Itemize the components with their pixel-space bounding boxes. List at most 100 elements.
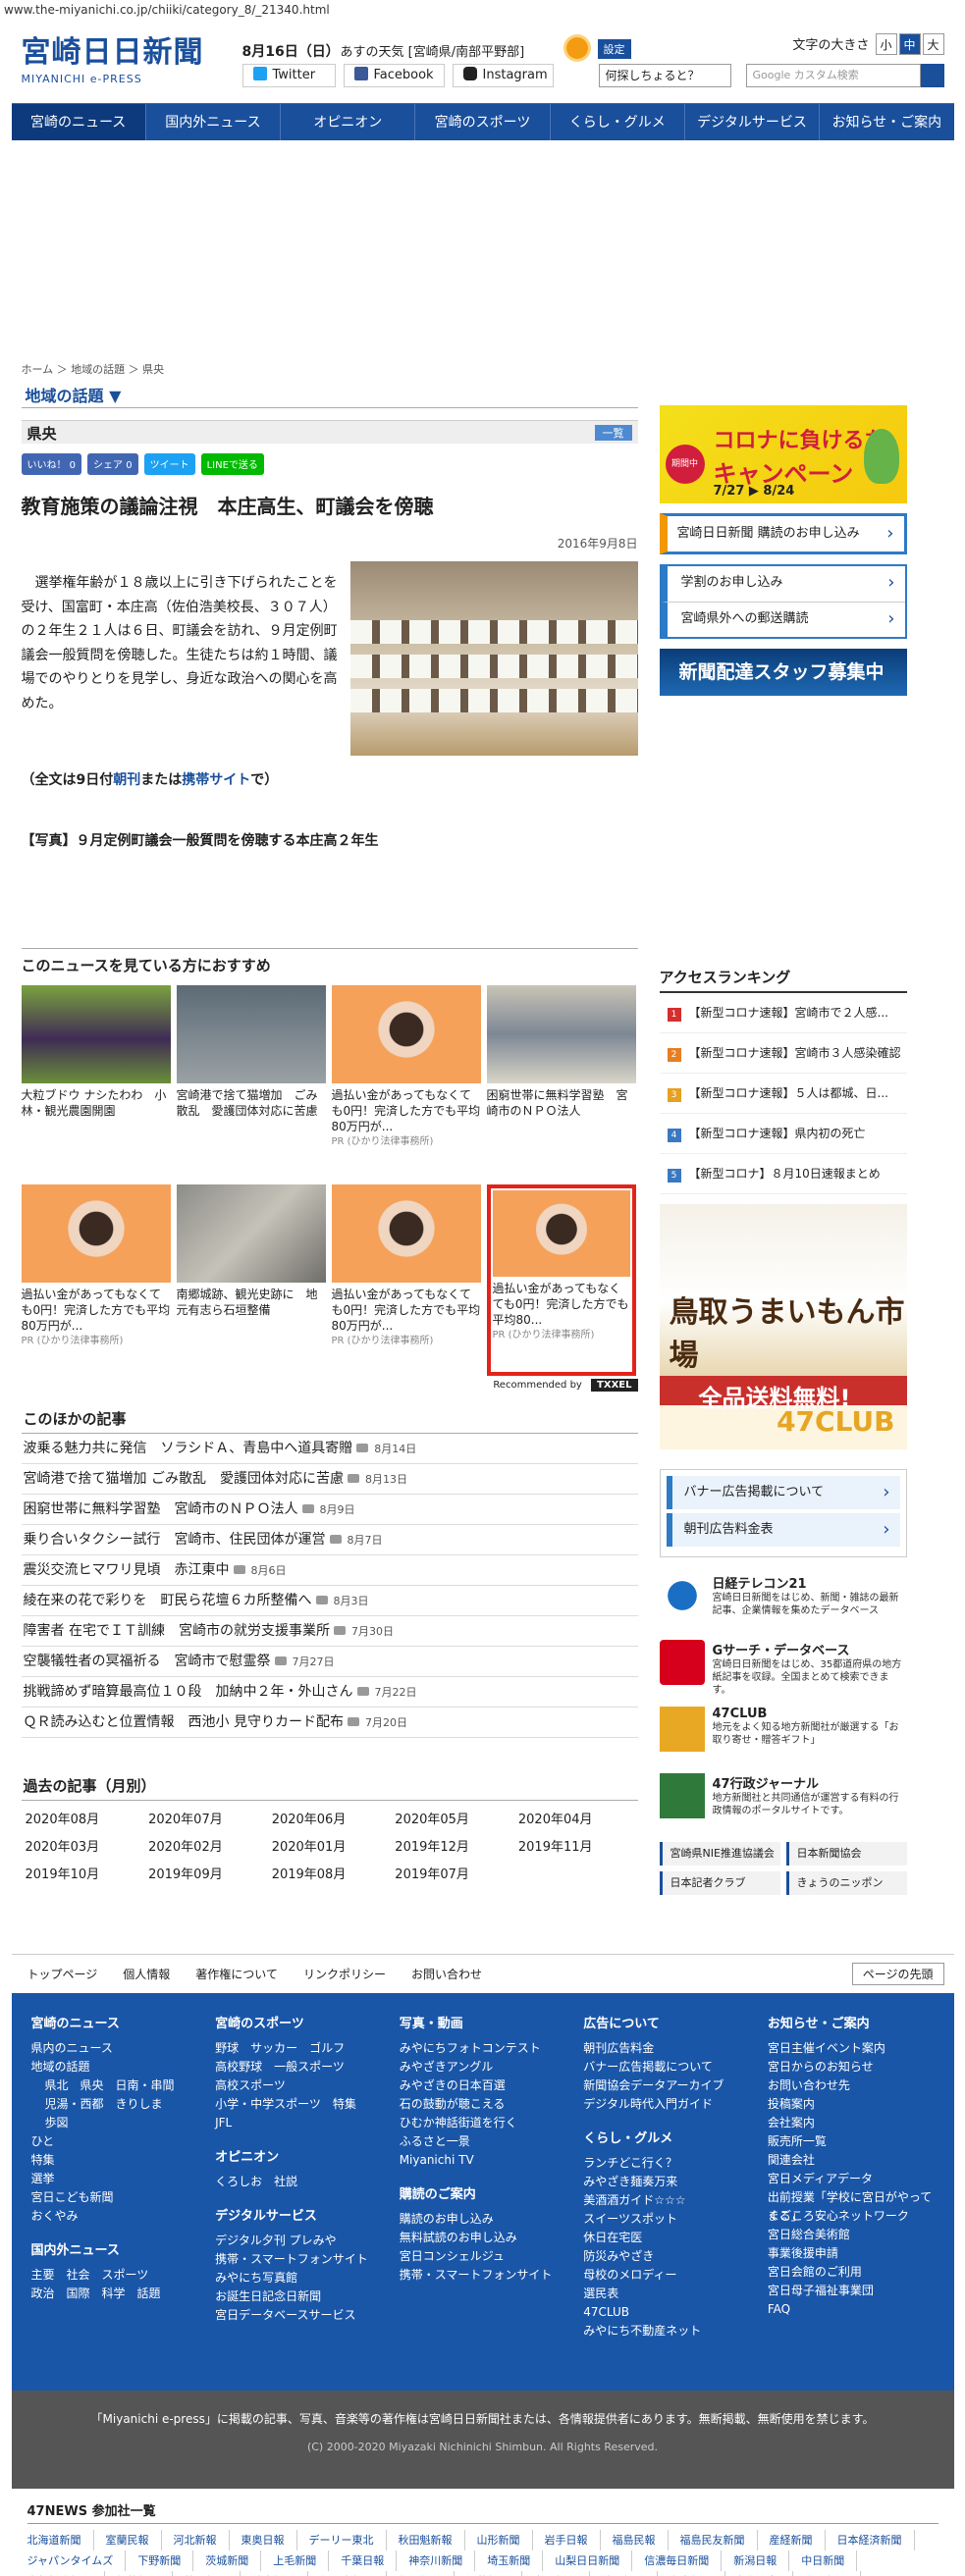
sitemap-link[interactable]: 主要 社会 スポーツ: [31, 2266, 198, 2285]
footer-link[interactable]: 個人情報: [123, 1966, 170, 1982]
list-button[interactable]: 一覧: [594, 425, 632, 441]
recommend-card[interactable]: 宮崎港で捨て猫増加 ごみ散乱 愛護団体対応に苦慮: [176, 985, 326, 1177]
sitemap-link[interactable]: Miyanichi TV: [400, 2151, 566, 2170]
sitemap-link[interactable]: 地域の話題: [31, 2058, 198, 2077]
sitemap-link[interactable]: 宮日母子福祉事業団: [768, 2282, 935, 2300]
paper-link[interactable]: 福井新聞: [466, 2571, 522, 2576]
sitemap-link[interactable]: みやにち不動産ネット: [583, 2322, 750, 2340]
ad-fee-link[interactable]: 朝刊広告料金表: [666, 1513, 900, 1547]
sitemap-link[interactable]: 休日在宅医: [583, 2229, 750, 2247]
month-link[interactable]: 2020年04月: [514, 1807, 638, 1834]
sitemap-link[interactable]: 宮日コンシェルジュ: [400, 2247, 566, 2266]
recommend-card-pr[interactable]: 過払い金があってもなくても0円！完済した方でも平均80万円が... PR (ひかり…: [21, 1184, 171, 1376]
paper-link[interactable]: 茨城新聞: [205, 2550, 262, 2571]
list-item[interactable]: 空襲犠牲者の冥福祈る 宮崎市で慰霊祭 7月27日: [21, 1647, 638, 1677]
sitemap-link[interactable]: みやざき麺奏万来: [583, 2173, 750, 2191]
sitemap-link[interactable]: 事業後援申請: [768, 2244, 935, 2263]
month-link[interactable]: 2019年10月: [22, 1862, 145, 1889]
month-link[interactable]: 2020年05月: [391, 1807, 514, 1834]
sitemap-link[interactable]: 携帯・スマートフォンサイト: [215, 2250, 382, 2269]
sitemap-link[interactable]: 携帯・スマートフォンサイト: [400, 2266, 566, 2285]
paper-link[interactable]: 埼玉新聞: [487, 2550, 544, 2571]
breadcrumb[interactable]: ホーム ＞ 地域の話題 ＞ 県央: [22, 361, 638, 379]
sitemap-link[interactable]: 特集: [31, 2151, 198, 2170]
paper-link[interactable]: 山陽新聞: [805, 2571, 861, 2576]
47club-ad-banner[interactable]: 鳥取うまいもん市場 全品送料無料! 47CLUB: [659, 1204, 907, 1449]
external-link[interactable]: 日本記者クラブ: [659, 1871, 780, 1895]
footer-link[interactable]: お問い合わせ: [411, 1966, 482, 1982]
month-link[interactable]: 2020年01月: [268, 1834, 392, 1862]
paper-link[interactable]: 下野新聞: [137, 2550, 194, 2571]
sitemap-link[interactable]: 宮日会館のご利用: [768, 2263, 935, 2282]
month-link[interactable]: 2020年02月: [144, 1834, 268, 1862]
sitemap-link[interactable]: おくやみ: [31, 2207, 198, 2226]
paper-link[interactable]: 神奈川新聞: [408, 2550, 476, 2571]
paper-link[interactable]: 静岡新聞: [185, 2571, 241, 2576]
recommend-card-pr[interactable]: 過払い金があってもなくても0円！完済した方でも平均80万円が... PR (ひかり…: [331, 985, 481, 1177]
sitemap-link[interactable]: ひむか神話街道を行く: [400, 2114, 566, 2132]
month-link[interactable]: 2019年08月: [268, 1862, 392, 1889]
section-title[interactable]: 地域の話題 ▼: [21, 379, 638, 408]
service-nikkei[interactable]: 日経テレコン21 宮崎日日新聞をはじめ、新聞・雑誌の最新記事、企業情報を集めたデー…: [659, 1573, 907, 1624]
list-item[interactable]: 波乗る魅力共に発信 ソラシドＡ、青島中へ道具寄贈 8月14日: [21, 1434, 638, 1464]
paper-link[interactable]: 北日本新聞: [320, 2571, 387, 2576]
search-input[interactable]: Google カスタム検索: [745, 64, 921, 87]
sitemap-link[interactable]: 新聞協会データアーカイブ: [583, 2077, 750, 2095]
nav-sports[interactable]: 宮崎のスポーツ: [415, 104, 551, 140]
paper-link[interactable]: 上毛新聞: [273, 2550, 330, 2571]
facebook-button[interactable]: Facebook: [343, 64, 445, 87]
sitemap-link[interactable]: 石の鼓動が聴こえる: [400, 2095, 566, 2114]
sitemap-link[interactable]: まごころ安心ネットワーク: [768, 2207, 935, 2226]
sitemap-sublink[interactable]: 県北 県央 日南・串間: [31, 2077, 198, 2095]
sitemap-link[interactable]: 販売所一覧: [768, 2132, 935, 2151]
search-button[interactable]: [920, 64, 944, 87]
sitemap-link[interactable]: お誕生日記念日新聞: [215, 2287, 382, 2306]
sitemap-link[interactable]: 県内のニュース: [31, 2039, 198, 2058]
footer-link[interactable]: 著作権について: [195, 1966, 278, 1982]
sitemap-link[interactable]: 宮日からのお知らせ: [768, 2058, 935, 2077]
sitemap-link[interactable]: 出前授業「学校に宮日がやってくる」: [768, 2188, 935, 2223]
weather-link[interactable]: あすの天気 [宮崎県/南部平野部]: [341, 41, 525, 60]
sitemap-link[interactable]: 宮日データベースサービス: [215, 2306, 382, 2325]
paper-link[interactable]: 河北新報: [174, 2530, 230, 2550]
mail-subscription-link[interactable]: 宮崎県外への郵送購読: [661, 602, 905, 637]
sitemap-link[interactable]: バナー広告掲載について: [583, 2058, 750, 2077]
footer-link[interactable]: トップページ: [27, 1966, 98, 1982]
recommend-card-pr[interactable]: 過払い金があってもなくても0円！完済した方でも平均80万円が... PR (ひかり…: [331, 1184, 481, 1376]
paper-link[interactable]: 岩手日報: [545, 2530, 601, 2550]
service-47club[interactable]: 47CLUB 地元をよく知る地方新聞社が厳選する「お取り寄せ・贈答ギフト」: [659, 1707, 907, 1758]
sitemap-link[interactable]: くろしお 社説: [215, 2173, 382, 2191]
sitemap-link[interactable]: みやざきの日本百選: [400, 2077, 566, 2095]
nav-life-gourmet[interactable]: くらし・グルメ: [551, 104, 685, 140]
weather-setting-button[interactable]: 設定: [597, 39, 631, 59]
recommend-card[interactable]: 南郷城跡、観光史跡に 地元有志ら石垣整備: [176, 1184, 326, 1376]
paper-link[interactable]: 新潟日報: [733, 2550, 790, 2571]
sitemap-heading[interactable]: 購読のご案内: [400, 2183, 566, 2202]
nav-opinion[interactable]: オピニオン: [281, 104, 416, 140]
external-link[interactable]: きょうのニッポン: [785, 1871, 907, 1895]
external-link[interactable]: 日本新聞協会: [785, 1842, 907, 1866]
paper-link[interactable]: 岐阜新聞: [252, 2571, 308, 2576]
instagram-button[interactable]: Instagram: [452, 64, 554, 87]
sitemap-link[interactable]: 美酒酒ガイド☆☆☆: [583, 2191, 750, 2210]
like-button[interactable]: いいね！ 0: [21, 453, 82, 475]
sitemap-link[interactable]: 選民表: [583, 2285, 750, 2303]
sitemap-heading[interactable]: 宮崎のニュース: [31, 2013, 198, 2031]
paper-link[interactable]: 京都新聞: [534, 2571, 590, 2576]
list-item[interactable]: ＱＲ読み込むと位置情報 西池小 見守りカード配布 7月20日: [21, 1708, 638, 1738]
paper-link[interactable]: 室蘭民報: [106, 2530, 162, 2550]
list-item[interactable]: 宮崎港で捨て猫増加 ごみ散乱 愛護団体対応に苦慮 8月13日: [21, 1464, 638, 1495]
list-item[interactable]: 乗り合いタクシー試行 宮崎市、住民団体が運営 8月7日: [21, 1525, 638, 1555]
student-discount-link[interactable]: 学割のお申し込み: [661, 566, 905, 602]
sitemap-heading[interactable]: 国内外ニュース: [31, 2239, 198, 2258]
sitemap-heading[interactable]: 宮崎のスポーツ: [215, 2013, 382, 2031]
ranking-item[interactable]: 3 【新型コロナ速報】５人は都城、日...: [659, 1074, 907, 1114]
tweet-button[interactable]: ツイート: [143, 453, 195, 475]
paper-link[interactable]: 秋田魁新報: [399, 2530, 465, 2550]
nav-domestic-news[interactable]: 国内外ニュース: [146, 104, 282, 140]
sitemap-link[interactable]: FAQ: [768, 2300, 935, 2319]
month-link[interactable]: 2019年12月: [391, 1834, 514, 1862]
month-link[interactable]: 2020年08月: [22, 1807, 145, 1834]
sitemap-link[interactable]: 小学・中学スポーツ 特集: [215, 2095, 382, 2114]
ranking-item[interactable]: 1 【新型コロナ速報】宮崎市で２人感...: [659, 993, 907, 1033]
